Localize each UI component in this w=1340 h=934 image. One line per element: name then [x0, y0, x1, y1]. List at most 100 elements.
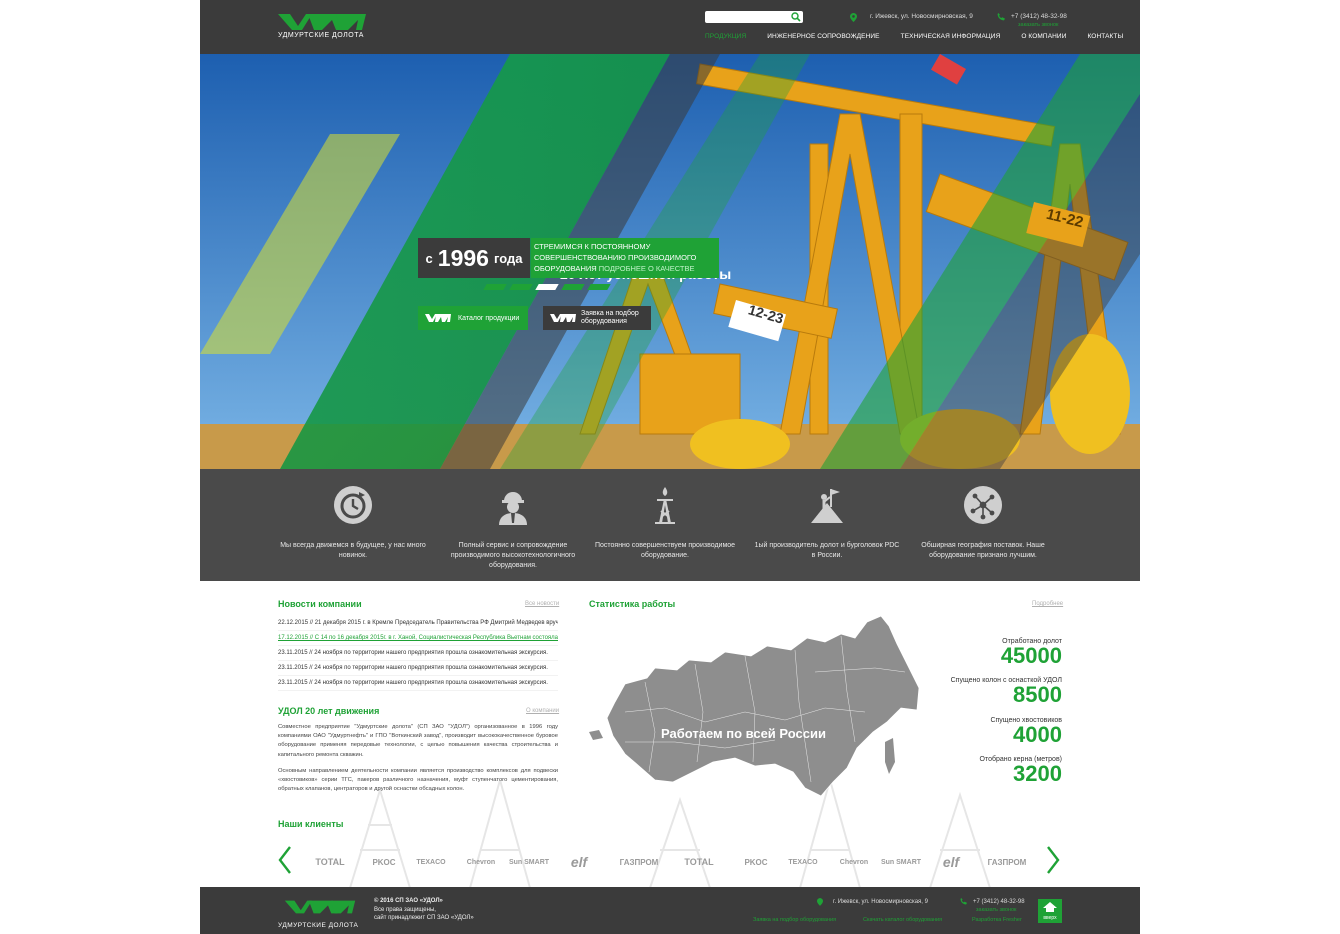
- feature-item: Постоянно совершенствуем производимое об…: [590, 469, 740, 581]
- location-pin-icon: [850, 13, 857, 22]
- feature-item: 1ый производитель долот и бурголовок PDC…: [752, 469, 902, 581]
- stat-item: Отработано долот 45000: [1001, 638, 1062, 667]
- header-address-text: г. Ижевск, ул. Новосмирновская, 9: [870, 13, 973, 20]
- udol-mini-logo-icon: [425, 314, 451, 322]
- clients-title: Наши клиенты: [278, 819, 344, 829]
- footer-phone[interactable]: +7 (3412) 48-32-98: [973, 899, 1025, 905]
- stats-more-link[interactable]: Подробнее: [1032, 601, 1063, 607]
- hero-quality-link[interactable]: ПОДРОБНЕЕ О КАЧЕСТВЕ: [599, 264, 695, 273]
- phone-icon: [997, 13, 1005, 21]
- footer-developer-link[interactable]: Разработка Fresher: [972, 917, 1022, 923]
- clients-carousel: TOTAL PKOC TEXACO Chevron Sun SMART elf …: [278, 842, 1062, 882]
- hero-year-prefix: с: [425, 250, 433, 266]
- nav-item-engineering[interactable]: Инженерное сопровождение: [767, 33, 879, 40]
- stat-item: Спущено колон с оснасткой УДОЛ 8500: [951, 677, 1062, 706]
- news-title: Новости компании: [278, 599, 362, 609]
- phone-icon: [960, 898, 967, 905]
- scroll-up-label: вверх: [1043, 915, 1057, 921]
- slider-dot[interactable]: [561, 284, 585, 290]
- feature-label: Постоянно совершенствуем производимое об…: [594, 542, 736, 559]
- main-nav: Продукция Инженерное сопровождение Техни…: [705, 33, 1123, 40]
- owner-text: сайт принадлежит СП ЗАО «УДОЛ»: [374, 915, 474, 921]
- news-item[interactable]: 22.12.2015 // 21 декабря 2015 г. в Кремл…: [278, 616, 558, 631]
- news-list: 22.12.2015 // 21 декабря 2015 г. в Кремл…: [278, 616, 558, 691]
- news-item[interactable]: 23.11.2015 // 24 ноября по территории на…: [278, 676, 558, 691]
- footer-request-link[interactable]: Заявка на подбор оборудования: [753, 917, 836, 923]
- copyright-text: © 2016 СП ЗАО «УДОЛ»: [374, 898, 443, 904]
- nav-item-contacts[interactable]: Контакты: [1087, 33, 1123, 40]
- location-pin-icon: [817, 898, 823, 906]
- stat-value: 8500: [1013, 682, 1062, 707]
- hero-year-badge: с 1996 года: [418, 238, 530, 278]
- summit-flag-icon: [811, 489, 843, 523]
- request-button[interactable]: Заявка на подбор оборудования: [543, 306, 651, 330]
- nav-item-products[interactable]: Продукция: [705, 33, 746, 40]
- oil-derrick-icon: [655, 487, 675, 524]
- feature-item: Полный сервис и сопровождение производим…: [438, 469, 588, 581]
- about-title: УДОЛ 20 лет движения: [278, 706, 380, 716]
- news-item[interactable]: 23.11.2015 // 24 ноября по территории на…: [278, 646, 558, 661]
- footer-catalog-link[interactable]: Скачать каталог оборудования: [863, 917, 942, 923]
- site-footer: УДМУРТСКИЕ ДОЛОТА © 2016 СП ЗАО «УДОЛ» В…: [200, 887, 1140, 934]
- stat-item: Спущено хвостовиков 4000: [990, 717, 1062, 746]
- slider-dot-active[interactable]: [535, 284, 559, 290]
- logo-text: УДМУРТСКИЕ ДОЛОТА: [278, 32, 364, 39]
- hero-slogan: СТРЕМИМСЯ К ПОСТОЯННОМУ СОВЕРШЕНСТВОВАНИ…: [531, 238, 719, 278]
- network-icon: [964, 486, 1002, 524]
- about-text: Совместное предприятие "Удмуртские долот…: [278, 723, 558, 801]
- clock-arrow-icon: [334, 486, 372, 524]
- header-callback-link[interactable]: заказать звонок: [1018, 22, 1058, 28]
- footer-address: г. Ижевск, ул. Новосмирновская, 9: [833, 899, 928, 905]
- site-logo[interactable]: УДМУРТСКИЕ ДОЛОТА: [278, 12, 366, 42]
- page: УДМУРТСКИЕ ДОЛОТА г. Ижевск, ул. Новосми…: [200, 0, 1140, 934]
- client-logo[interactable]: ГАЗПРОМ: [972, 842, 1042, 882]
- nav-item-about[interactable]: О компании: [1021, 33, 1066, 40]
- udol-logo-icon: [278, 14, 366, 30]
- stat-value: 45000: [1000, 643, 1062, 668]
- feature-label: 1ый производитель долот и бурголовок PDC…: [754, 542, 900, 559]
- feature-label: Обширная география поставок. Наше оборуд…: [921, 542, 1045, 559]
- all-news-link[interactable]: Все новости: [525, 601, 559, 607]
- about-link[interactable]: О компании: [526, 708, 559, 714]
- slider-dot[interactable]: [587, 284, 611, 290]
- catalog-button[interactable]: Каталог продукции: [418, 306, 528, 330]
- rights-text: Все права защищены,: [374, 906, 436, 913]
- hero-banner: 11-22 12-23 20 лет успешной работы с 199…: [200, 54, 1140, 469]
- udol-logo-icon: [284, 900, 356, 914]
- search-input[interactable]: [705, 11, 803, 23]
- feature-item: Мы всегда движемся в будущее, у нас мног…: [278, 469, 428, 581]
- features-strip: Мы всегда движемся в будущее, у нас мног…: [200, 469, 1140, 581]
- scroll-up-button[interactable]: вверх: [1038, 899, 1062, 923]
- udol-mini-logo-icon: [550, 314, 576, 322]
- house-up-icon: [1043, 902, 1057, 912]
- slider-dot[interactable]: [483, 284, 507, 290]
- news-item[interactable]: 23.11.2015 // 24 ноября по территории на…: [278, 661, 558, 676]
- nav-item-tech-info[interactable]: Техническая информация: [901, 33, 1001, 40]
- slider-dot[interactable]: [509, 284, 533, 290]
- header-phone: +7 (3412) 48-32-98: [997, 13, 1067, 21]
- about-paragraph: Совместное предприятие "Удмуртские долот…: [278, 724, 558, 758]
- footer-logo[interactable]: УДМУРТСКИЕ ДОЛОТА: [278, 899, 362, 929]
- search-icon[interactable]: [791, 12, 801, 22]
- stats-title: Статистика работы: [589, 599, 676, 609]
- hero-year: 1996: [437, 244, 489, 271]
- slider-dots: [483, 284, 611, 290]
- feature-item: Обширная география поставок. Наше оборуд…: [908, 469, 1058, 581]
- site-header: УДМУРТСКИЕ ДОЛОТА г. Ижевск, ул. Новосми…: [200, 0, 1140, 54]
- footer-logo-text: УДМУРТСКИЕ ДОЛОТА: [278, 922, 359, 929]
- header-phone-text[interactable]: +7 (3412) 48-32-98: [1011, 13, 1067, 20]
- stat-value: 3200: [1013, 761, 1062, 786]
- russia-map-image: [589, 615, 920, 797]
- footer-copyright: © 2016 СП ЗАО «УДОЛ» Все права защищены,…: [374, 897, 474, 923]
- request-button-label: Заявка на подбор оборудования: [581, 310, 639, 325]
- about-paragraph: Основным направлением деятельности компа…: [278, 767, 558, 793]
- header-address: г. Ижевск, ул. Новосмирновская, 9: [850, 13, 973, 22]
- feature-label: Полный сервис и сопровождение производим…: [450, 542, 576, 569]
- hero-year-suffix: года: [493, 250, 523, 266]
- footer-callback-link[interactable]: заказать звонок: [976, 907, 1016, 913]
- map-caption: Работаем по всей России: [661, 726, 826, 741]
- stat-item: Отобрано керна (метров) 3200: [980, 756, 1062, 785]
- catalog-button-label: Каталог продукции: [458, 314, 520, 322]
- stat-value: 4000: [1013, 722, 1062, 747]
- news-item[interactable]: 17.12.2015 // С 14 по 16 декабря 2015г. …: [278, 631, 558, 646]
